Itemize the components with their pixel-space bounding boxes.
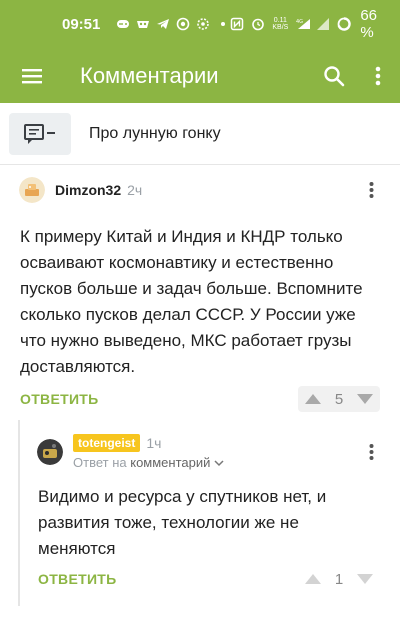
alarm-icon bbox=[251, 17, 265, 31]
post-icon-box bbox=[9, 112, 71, 155]
search-button[interactable] bbox=[312, 48, 356, 103]
post-title: Про лунную гонку bbox=[89, 124, 221, 142]
battery-icon bbox=[337, 17, 352, 31]
arrow-up-icon bbox=[305, 394, 321, 404]
nfc-icon bbox=[230, 17, 244, 31]
upvote-button[interactable] bbox=[300, 386, 326, 412]
comment-author[interactable]: totengeist bbox=[73, 434, 141, 452]
author-block: totengeist 1ч Ответ на комментарий bbox=[73, 434, 224, 470]
status-left-icons bbox=[116, 17, 230, 31]
reply-to-line[interactable]: Ответ на комментарий bbox=[73, 455, 224, 470]
signal-4g-icon: 4G bbox=[295, 17, 311, 31]
arrow-down-icon bbox=[357, 394, 373, 404]
network-speed: 0.11 KB/S bbox=[272, 17, 289, 31]
comment-text: К примеру Китай и Индия и КНДР только ос… bbox=[20, 227, 363, 376]
vote-count: 1 bbox=[334, 570, 344, 588]
status-time: 09:51 bbox=[62, 15, 101, 33]
reply-to-prefix: Ответ на bbox=[73, 455, 127, 470]
reply-to-target: комментарий bbox=[130, 455, 211, 470]
reply-button[interactable]: ОТВЕТИТЬ bbox=[38, 571, 117, 587]
comment-time: 1ч bbox=[146, 435, 162, 451]
menu-icon bbox=[22, 68, 42, 83]
telegram-icon bbox=[156, 17, 170, 31]
chevron-down-icon bbox=[214, 460, 224, 467]
reply-button[interactable]: ОТВЕТИТЬ bbox=[20, 391, 99, 407]
comment-author[interactable]: Dimzon32 bbox=[55, 182, 121, 198]
comment-header: Dimzon32 2ч bbox=[0, 170, 400, 210]
vote-box: 5 bbox=[298, 386, 380, 412]
more-vertical-icon bbox=[369, 444, 373, 460]
vpn-swirl-icon bbox=[176, 17, 190, 31]
comment-actions: ОТВЕТИТЬ 5 bbox=[0, 384, 400, 414]
page-title: Комментарии bbox=[80, 62, 219, 88]
post-reference[interactable]: Про лунную гонку bbox=[0, 103, 400, 165]
post-comment-icon bbox=[24, 123, 55, 144]
comment-time: 2ч bbox=[127, 182, 143, 198]
comment-reply: totengeist 1ч Ответ на комментарий Видим… bbox=[0, 430, 400, 594]
gamepad-icon bbox=[116, 17, 130, 31]
search-icon bbox=[324, 65, 345, 86]
comment-actions: ОТВЕТИТЬ 1 bbox=[0, 564, 400, 594]
vote-box: 1 bbox=[298, 566, 380, 592]
avatar[interactable] bbox=[19, 177, 45, 203]
more-options-button[interactable] bbox=[356, 48, 400, 103]
app-bar: Комментарии bbox=[0, 48, 400, 103]
status-right-icons: 0.11 KB/S 4G 66 % bbox=[230, 7, 386, 41]
downvote-button[interactable] bbox=[352, 386, 378, 412]
signal-icon bbox=[316, 17, 330, 31]
menu-button[interactable] bbox=[0, 48, 64, 103]
comment: Dimzon32 2ч К примеру Китай и Индия и КН… bbox=[0, 170, 400, 414]
arrow-down-icon bbox=[357, 574, 373, 584]
status-bar: 09:51 0.11 KB/S 4G 66 % bbox=[0, 0, 400, 48]
comment-header: totengeist 1ч Ответ на комментарий bbox=[0, 430, 400, 474]
more-vertical-icon bbox=[375, 66, 381, 85]
arrow-up-icon bbox=[305, 574, 321, 584]
avatar[interactable] bbox=[37, 439, 63, 465]
comment-text: Видимо и ресурса у спутников нет, и разв… bbox=[38, 487, 327, 558]
svg-text:4G: 4G bbox=[296, 19, 303, 25]
vote-count: 5 bbox=[334, 390, 344, 408]
upvote-button[interactable] bbox=[300, 566, 326, 592]
settings-sync-icon bbox=[196, 17, 210, 31]
more-vertical-icon bbox=[369, 182, 373, 198]
comment-menu-button[interactable] bbox=[356, 170, 386, 210]
dot-icon bbox=[216, 17, 230, 31]
downvote-button[interactable] bbox=[352, 566, 378, 592]
mask-icon bbox=[136, 17, 150, 31]
author-row: totengeist 1ч bbox=[73, 434, 224, 452]
battery-percent: 66 % bbox=[360, 7, 378, 41]
comment-menu-button[interactable] bbox=[356, 432, 386, 472]
